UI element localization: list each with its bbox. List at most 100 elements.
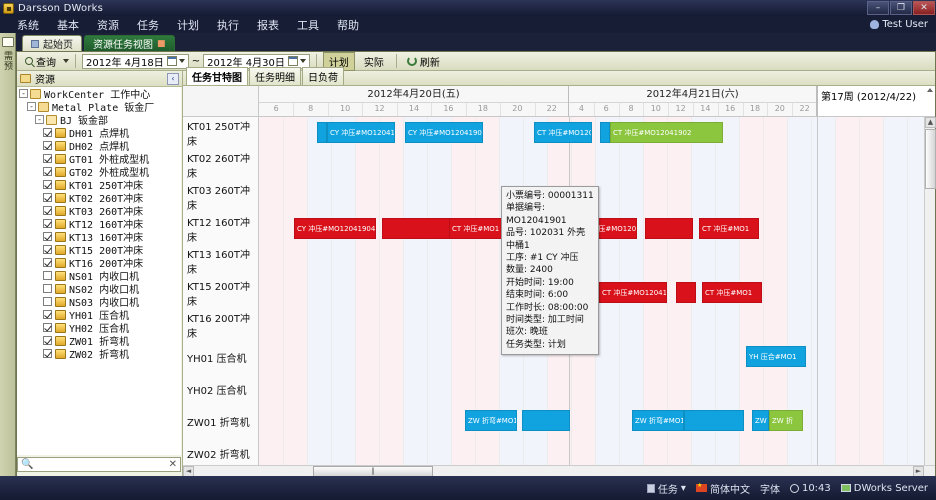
week-up-arrow-icon[interactable] — [927, 88, 933, 92]
gantt-task-bar[interactable]: ZW 折弯#MO12041901 — [632, 410, 684, 431]
maximize-button[interactable]: ❐ — [890, 1, 912, 15]
gantt-row[interactable]: YH02 压合机 — [183, 373, 935, 405]
gantt-task-bar[interactable]: CY 冲压#MO12041904 — [294, 218, 376, 239]
resource-search-bar[interactable]: 🔍 ✕ — [17, 457, 181, 472]
tree-node-checkbox[interactable] — [43, 336, 52, 345]
query-button[interactable]: 查询 — [21, 53, 60, 70]
tree-node[interactable]: ZW02 折弯机 — [17, 347, 181, 360]
minimize-button[interactable]: – — [867, 1, 889, 15]
calendar-icon-2[interactable] — [288, 56, 298, 66]
tree-node-checkbox[interactable] — [43, 206, 52, 215]
resource-tree[interactable]: -WorkCenter 工作中心-Metal Plate 钣金厂-BJ 钣金部D… — [17, 87, 181, 455]
tab-resource-task-view[interactable]: 资源任务视图 ■ — [84, 35, 175, 51]
status-language[interactable]: 简体中文 — [696, 481, 750, 496]
collapse-panel-button[interactable]: ‹ — [167, 73, 179, 85]
gantt-row-body[interactable]: ZW 折弯#MO12041901 ZW 折弯#MO12041901 ZWZW 折 — [259, 405, 935, 437]
gantt-task-bar[interactable]: CY 冲压#MO12041901 — [405, 122, 483, 143]
gantt-row[interactable]: ZW02 折弯机 — [183, 437, 935, 465]
tree-node-checkbox[interactable] — [43, 232, 52, 241]
tree-node-checkbox[interactable] — [43, 245, 52, 254]
tree-node-checkbox[interactable] — [43, 167, 52, 176]
gantt-row[interactable]: KT02 260T冲床 — [183, 149, 935, 181]
gantt-task-bar[interactable] — [317, 122, 327, 143]
date-from-caret-icon[interactable] — [179, 59, 185, 63]
tree-node-checkbox[interactable] — [43, 310, 52, 319]
gantt-grid-line — [427, 373, 428, 405]
current-user[interactable]: Test User — [870, 19, 928, 30]
tree-node-checkbox[interactable] — [43, 297, 52, 306]
gantt-task-bar[interactable]: CT 冲压#MO12041906 — [599, 282, 667, 303]
menu-item-help[interactable]: 帮助 — [328, 16, 368, 34]
week-selector[interactable]: 第17周 (2012/4/22) — [817, 86, 935, 117]
refresh-button[interactable]: 刷新 — [403, 53, 444, 70]
date-to-caret-icon[interactable] — [300, 59, 306, 63]
gantt-task-bar[interactable] — [522, 410, 570, 431]
tree-node-checkbox[interactable] — [43, 154, 52, 163]
close-button[interactable]: ✕ — [913, 1, 935, 15]
tree-node-checkbox[interactable] — [43, 219, 52, 228]
gantt-grid-line — [355, 149, 356, 181]
status-server[interactable]: DWorks Server — [841, 483, 928, 494]
actual-toggle-button[interactable]: 实际 — [358, 52, 390, 71]
tree-node-checkbox[interactable] — [43, 284, 52, 293]
tree-expander-icon[interactable]: - — [27, 102, 36, 111]
tree-node-checkbox[interactable] — [43, 271, 52, 280]
gantt-task-bar[interactable]: CT 冲压#MO1 — [449, 218, 509, 239]
gantt-task-bar[interactable] — [382, 218, 450, 239]
date-from-input[interactable]: 2012年 4月18日 — [82, 54, 189, 69]
vertical-scroll-thumb[interactable] — [925, 129, 936, 189]
menu-item-report[interactable]: 报表 — [248, 16, 288, 34]
gantt-horizontal-scrollbar[interactable]: ◄ ‖ ► — [183, 465, 935, 476]
tree-node-checkbox[interactable] — [43, 141, 52, 150]
gantt-task-bar[interactable]: ZW — [752, 410, 769, 431]
menu-item-system[interactable]: 系统 — [8, 16, 48, 34]
query-dropdown-caret-icon[interactable] — [63, 59, 69, 63]
gantt-grid-line — [403, 341, 404, 373]
menu-item-tools[interactable]: 工具 — [288, 16, 328, 34]
search-clear-icon[interactable]: ✕ — [169, 459, 177, 470]
status-task[interactable]: 任务 ▾ — [647, 481, 686, 496]
gantt-vertical-scrollbar[interactable]: ▲ — [924, 117, 935, 465]
scroll-up-arrow-icon[interactable]: ▲ — [925, 117, 936, 128]
menu-item-resource[interactable]: 资源 — [88, 16, 128, 34]
tree-node-checkbox[interactable] — [43, 258, 52, 267]
gantt-row[interactable]: ZW01 折弯机ZW 折弯#MO12041901ZW 折弯#MO12041901… — [183, 405, 935, 437]
gantt-task-bar[interactable] — [684, 410, 744, 431]
tree-node-checkbox[interactable] — [43, 323, 52, 332]
status-task-caret-icon[interactable]: ▾ — [681, 483, 686, 494]
gantt-row-body[interactable] — [259, 373, 935, 405]
gantt-row-body[interactable] — [259, 437, 935, 465]
tab-start-page[interactable]: 起始页 — [22, 35, 82, 51]
gantt-row-body[interactable] — [259, 149, 935, 181]
menu-item-execute[interactable]: 执行 — [208, 16, 248, 34]
gantt-task-bar[interactable]: ZW 折弯#MO12041901 — [465, 410, 517, 431]
tab-task-gantt[interactable]: 任务甘特图 — [186, 67, 248, 85]
tree-expander-icon[interactable]: - — [35, 115, 44, 124]
tab-daily-load[interactable]: 日负荷 — [302, 67, 344, 85]
gantt-task-bar[interactable] — [645, 218, 693, 239]
gantt-task-bar[interactable]: CT 冲压#MO1 — [699, 218, 759, 239]
menu-item-basic[interactable]: 基本 — [48, 16, 88, 34]
gantt-task-bar[interactable]: CT 冲压#MO12041902 — [534, 122, 592, 143]
gantt-row[interactable]: KT01 250T冲床CY 冲压#MO12041901CY 冲压#MO12041… — [183, 117, 935, 149]
menu-item-task[interactable]: 任务 — [128, 16, 168, 34]
menu-item-plan[interactable]: 计划 — [168, 16, 208, 34]
tree-node-checkbox[interactable] — [43, 349, 52, 358]
gantt-task-bar[interactable] — [676, 282, 696, 303]
tree-expander-icon[interactable]: - — [19, 89, 28, 98]
tab-close-icon[interactable]: ■ — [157, 39, 166, 49]
gantt-task-bar[interactable]: YH 压合#MO1 — [746, 346, 806, 367]
left-dock-strip[interactable]: 需预 — [0, 33, 16, 476]
tree-node-checkbox[interactable] — [43, 128, 52, 137]
gantt-task-bar[interactable]: ZW 折 — [769, 410, 803, 431]
gantt-task-bar[interactable]: CT 冲压#MO1 — [702, 282, 762, 303]
status-font[interactable]: 字体 — [760, 481, 780, 496]
tab-task-detail[interactable]: 任务明细 — [249, 67, 301, 85]
gantt-row-body[interactable]: CY 冲压#MO12041901 CY 冲压#MO12041901 CT 冲压#MO… — [259, 117, 935, 149]
tree-node-checkbox[interactable] — [43, 180, 52, 189]
gantt-task-bar[interactable]: CY 冲压#MO12041901 — [327, 122, 395, 143]
calendar-icon[interactable] — [167, 56, 177, 66]
gantt-task-bar[interactable]: CT 冲压#MO12041902 — [610, 122, 723, 143]
tree-node-checkbox[interactable] — [43, 193, 52, 202]
gantt-task-bar[interactable] — [600, 122, 610, 143]
